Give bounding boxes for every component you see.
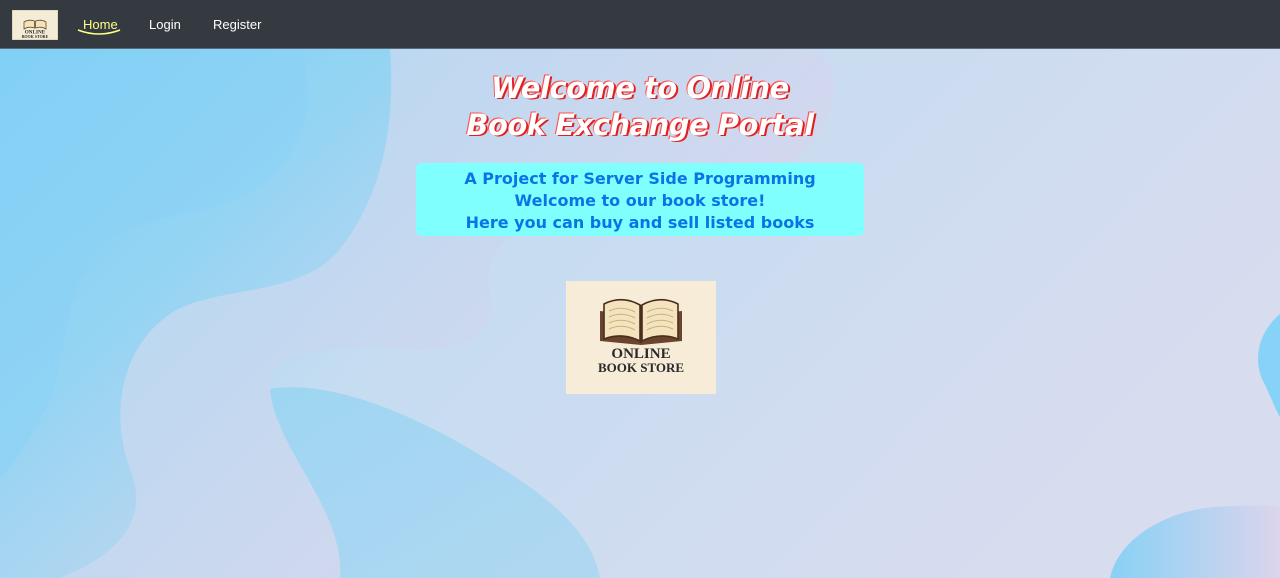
intro-line-description: Here you can buy and sell listed books <box>465 213 815 232</box>
intro-line-project: A Project for Server Side Programming <box>464 169 816 188</box>
brand-logo[interactable]: ONLINE BOOK STORE <box>12 10 58 40</box>
page-title: Welcome to Online Book Exchange Portal <box>0 70 1280 144</box>
intro-box: A Project for Server Side Programming We… <box>416 163 864 236</box>
svg-text:BOOK STORE: BOOK STORE <box>22 34 49 39</box>
navbar: ONLINE BOOK STORE Home Login Register <box>0 0 1280 49</box>
nav-link-register[interactable]: Register <box>213 17 261 32</box>
intro-line-welcome: Welcome to our book store! <box>514 191 766 210</box>
title-line-1: Welcome to Online <box>491 71 789 105</box>
hero-section: Welcome to Online Book Exchange Portal A… <box>0 49 1280 578</box>
title-line-2: Book Exchange Portal <box>466 108 814 142</box>
book-store-logo: ONLINE BOOK STORE <box>566 281 716 394</box>
active-link-underline <box>77 29 121 35</box>
logo-text-book-store: BOOK STORE <box>598 360 684 375</box>
open-book-icon <box>600 298 682 345</box>
page: ONLINE BOOK STORE Home Login Register We… <box>0 0 1280 578</box>
nav-link-login[interactable]: Login <box>149 17 181 32</box>
